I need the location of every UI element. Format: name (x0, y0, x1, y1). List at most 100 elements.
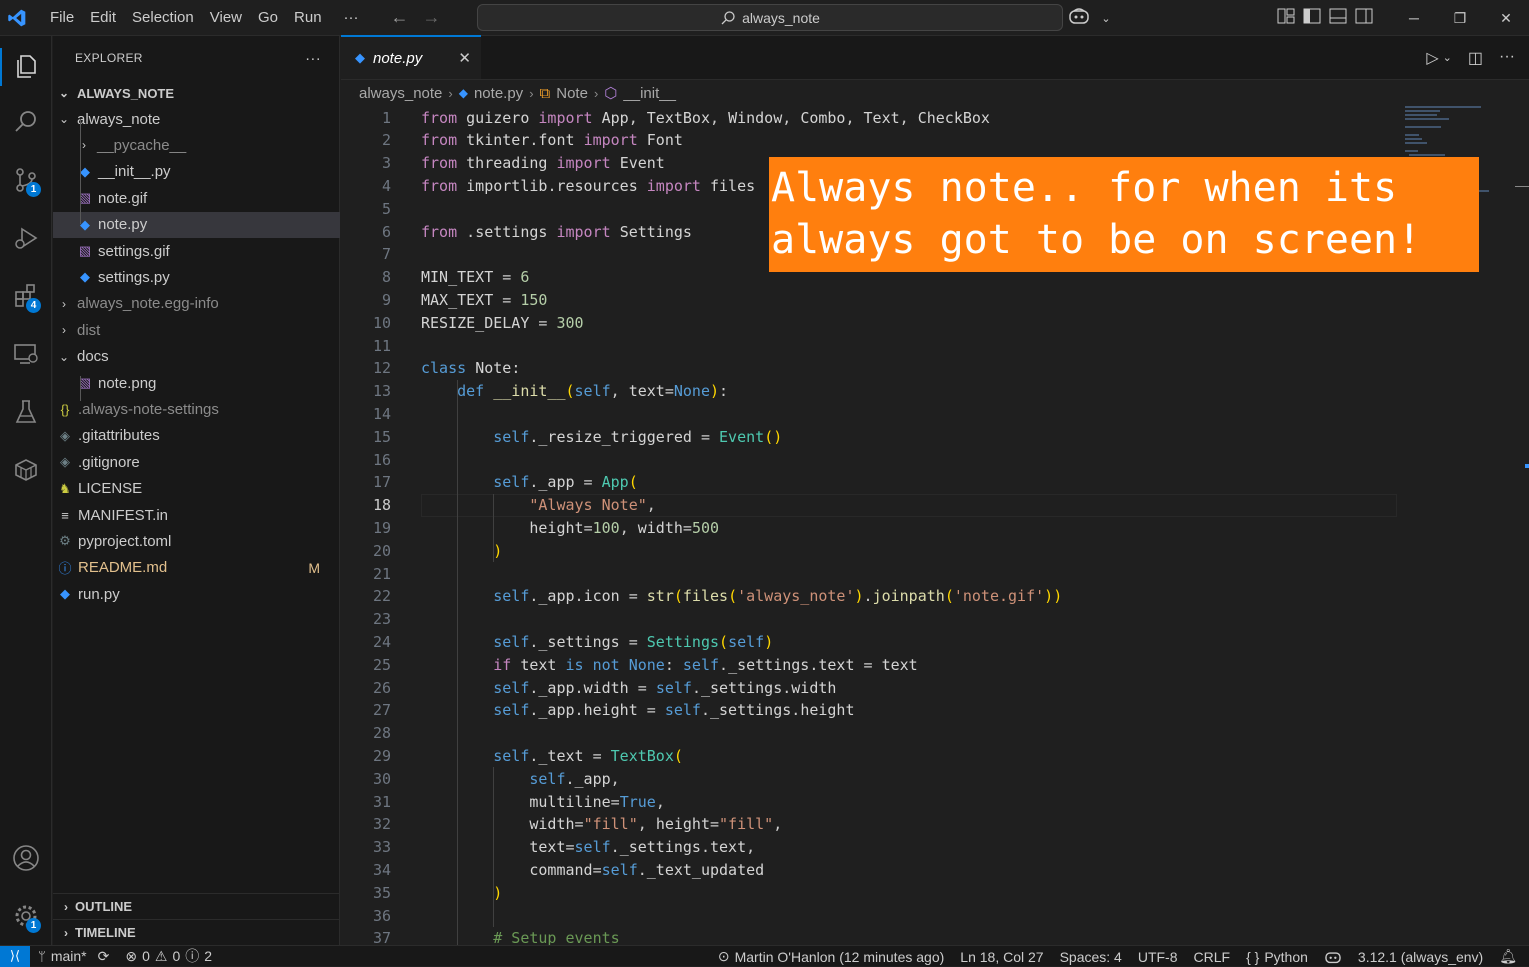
text-file-icon: ≡ (61, 507, 69, 523)
run-debug-activity[interactable] (0, 218, 52, 258)
problems-status[interactable]: ⊗ 0 ⚠ 0 ⓘ 2 (117, 946, 220, 966)
code-line: 22 self._app.icon = str(files('always_no… (341, 585, 1401, 608)
split-editor-icon[interactable]: ◫ (1468, 48, 1483, 68)
source-control-activity[interactable]: 1 (0, 160, 52, 200)
remote-explorer-activity[interactable] (0, 334, 52, 374)
remote-indicator-icon[interactable]: ⟩⟨ (0, 945, 30, 967)
code-line: 12 class Note: (341, 357, 1401, 380)
tree-item[interactable]: ⌄ docs (53, 344, 340, 370)
tree-item[interactable]: › dist (53, 317, 340, 343)
tree-item[interactable]: › __pycache__ (53, 132, 340, 158)
code-text: self._app.width = self._settings.width (493, 678, 837, 697)
close-icon[interactable]: ✕ (458, 49, 471, 67)
tree-item[interactable]: ◆ settings.py (53, 264, 340, 290)
tree-item[interactable]: ♞ LICENSE (53, 476, 340, 502)
language-label: Python (1264, 948, 1308, 965)
tree-item[interactable]: ⌄ always_note (53, 106, 340, 132)
tree-item[interactable]: ▧ settings.gif (53, 238, 340, 264)
containers-activity[interactable] (0, 450, 52, 490)
tree-item[interactable]: ◈ .gitignore (53, 449, 340, 475)
eol-status[interactable]: CRLF (1186, 949, 1239, 965)
chevron-down-icon[interactable]: ⌄ (1099, 12, 1113, 25)
menu-run[interactable]: Run (286, 9, 330, 26)
menu-go[interactable]: Go (250, 9, 286, 26)
menu-more[interactable]: ··· (336, 9, 367, 26)
code-line: 17 self._app = App( (341, 471, 1401, 494)
chevron-down-icon[interactable]: ⌄ (1443, 51, 1452, 68)
forward-arrow-icon[interactable]: → (423, 7, 441, 28)
more-actions-icon[interactable]: ··· (305, 50, 321, 67)
command-center-search[interactable]: always_note (477, 4, 1063, 31)
accounts-activity[interactable] (0, 838, 52, 878)
menu-file[interactable]: File (42, 9, 82, 26)
toggle-secondary-sidebar-icon[interactable] (1351, 8, 1377, 28)
breadcrumb-folder[interactable]: always_note (359, 85, 442, 102)
git-blame-status[interactable]: ⊙ Martin O'Hanlon (12 minutes ago) (710, 948, 952, 965)
minimize-icon[interactable]: ─ (1391, 10, 1437, 26)
minimap-line (1405, 110, 1440, 112)
line-number: 17 (372, 473, 391, 492)
line-number: 4 (381, 176, 391, 195)
tree-item[interactable]: › always_note.egg-info (53, 291, 340, 317)
code-line: 26 self._app.width = self._settings.widt… (341, 676, 1401, 699)
code-text: self._settings = Settings(self) (493, 632, 774, 651)
outline-section[interactable]: › OUTLINE (53, 893, 340, 919)
line-number: 33 (372, 838, 391, 857)
toggle-panel-icon[interactable] (1325, 8, 1351, 28)
extensions-activity[interactable]: 4 (0, 276, 52, 316)
tree-item[interactable]: ◆ run.py (53, 581, 340, 607)
tree-item[interactable]: ▧ note.png (53, 370, 340, 396)
sync-icon[interactable]: ⟳ (98, 948, 110, 965)
indentation-status[interactable]: Spaces: 4 (1052, 949, 1130, 965)
cursor-position[interactable]: Ln 18, Col 27 (952, 949, 1051, 965)
menu-selection[interactable]: Selection (124, 9, 202, 26)
code-line: 13 def __init__(self, text=None): (341, 380, 1401, 403)
more-actions-icon[interactable]: ··· (1499, 48, 1515, 68)
restore-icon[interactable]: ❐ (1437, 10, 1483, 27)
back-arrow-icon[interactable]: ← (391, 7, 409, 28)
manage-activity[interactable]: 1 (0, 896, 52, 936)
run-python-file-icon[interactable]: ▷ (1426, 48, 1438, 68)
code-line: 31 multiline=True, (341, 790, 1401, 813)
branch-status[interactable]: ᛘ main* ⟳ (30, 948, 117, 965)
tab-note-py[interactable]: ◆ note.py ✕ (341, 35, 481, 79)
code-text: from importlib.resources import files (421, 176, 756, 195)
line-number: 16 (372, 450, 391, 469)
tree-item[interactable]: ≡ MANIFEST.in (53, 502, 340, 528)
language-mode[interactable]: { } Python (1238, 949, 1316, 965)
menu-bar: File Edit Selection View Go Run ··· (42, 9, 367, 26)
explorer-activity[interactable] (0, 46, 52, 86)
minimap-line (1405, 118, 1450, 120)
copilot-icon[interactable] (1059, 7, 1099, 29)
testing-activity[interactable] (0, 392, 52, 432)
warning-icon: ⚠ (154, 947, 168, 964)
tree-item[interactable]: ▧ note.gif (53, 185, 340, 211)
tree-item[interactable]: ⚙ pyproject.toml (53, 528, 340, 554)
line-number: 30 (372, 769, 391, 788)
toggle-primary-sidebar-icon[interactable] (1299, 8, 1325, 28)
tree-item[interactable]: {} .always-note-settings (53, 396, 340, 422)
code-text: def __init__(self, text=None): (457, 382, 729, 401)
line-number: 15 (372, 427, 391, 446)
code-line: 1 from guizero import App, TextBox, Windo… (341, 106, 1401, 129)
code-text: class Note: (421, 359, 521, 378)
copilot-status-icon[interactable] (1316, 950, 1350, 964)
tree-item-label: .gitattributes (78, 427, 160, 445)
tree-item[interactable]: ⓘ README.md M (53, 555, 340, 581)
tree-item[interactable]: ◈ .gitattributes (53, 423, 340, 449)
tree-item[interactable]: ◆ note.py (53, 211, 340, 238)
menu-edit[interactable]: Edit (82, 9, 124, 26)
workspace-root[interactable]: ⌄ ALWAYS_NOTE (53, 80, 340, 106)
breadcrumb-method[interactable]: __init__ (623, 85, 676, 102)
breadcrumb-class[interactable]: Note (556, 85, 588, 102)
notifications-icon[interactable]: 🔔︎ (1491, 948, 1529, 965)
customize-layout-icon[interactable] (1273, 8, 1299, 28)
python-interpreter[interactable]: 3.12.1 (always_env) (1350, 949, 1491, 965)
close-window-icon[interactable]: ✕ (1483, 10, 1529, 27)
tree-item[interactable]: ◆ __init__.py (53, 159, 340, 185)
encoding-status[interactable]: UTF-8 (1130, 949, 1186, 965)
timeline-section[interactable]: › TIMELINE (53, 919, 340, 945)
breadcrumb-file[interactable]: note.py (474, 85, 523, 102)
menu-view[interactable]: View (202, 9, 250, 26)
search-activity[interactable] (0, 102, 52, 142)
